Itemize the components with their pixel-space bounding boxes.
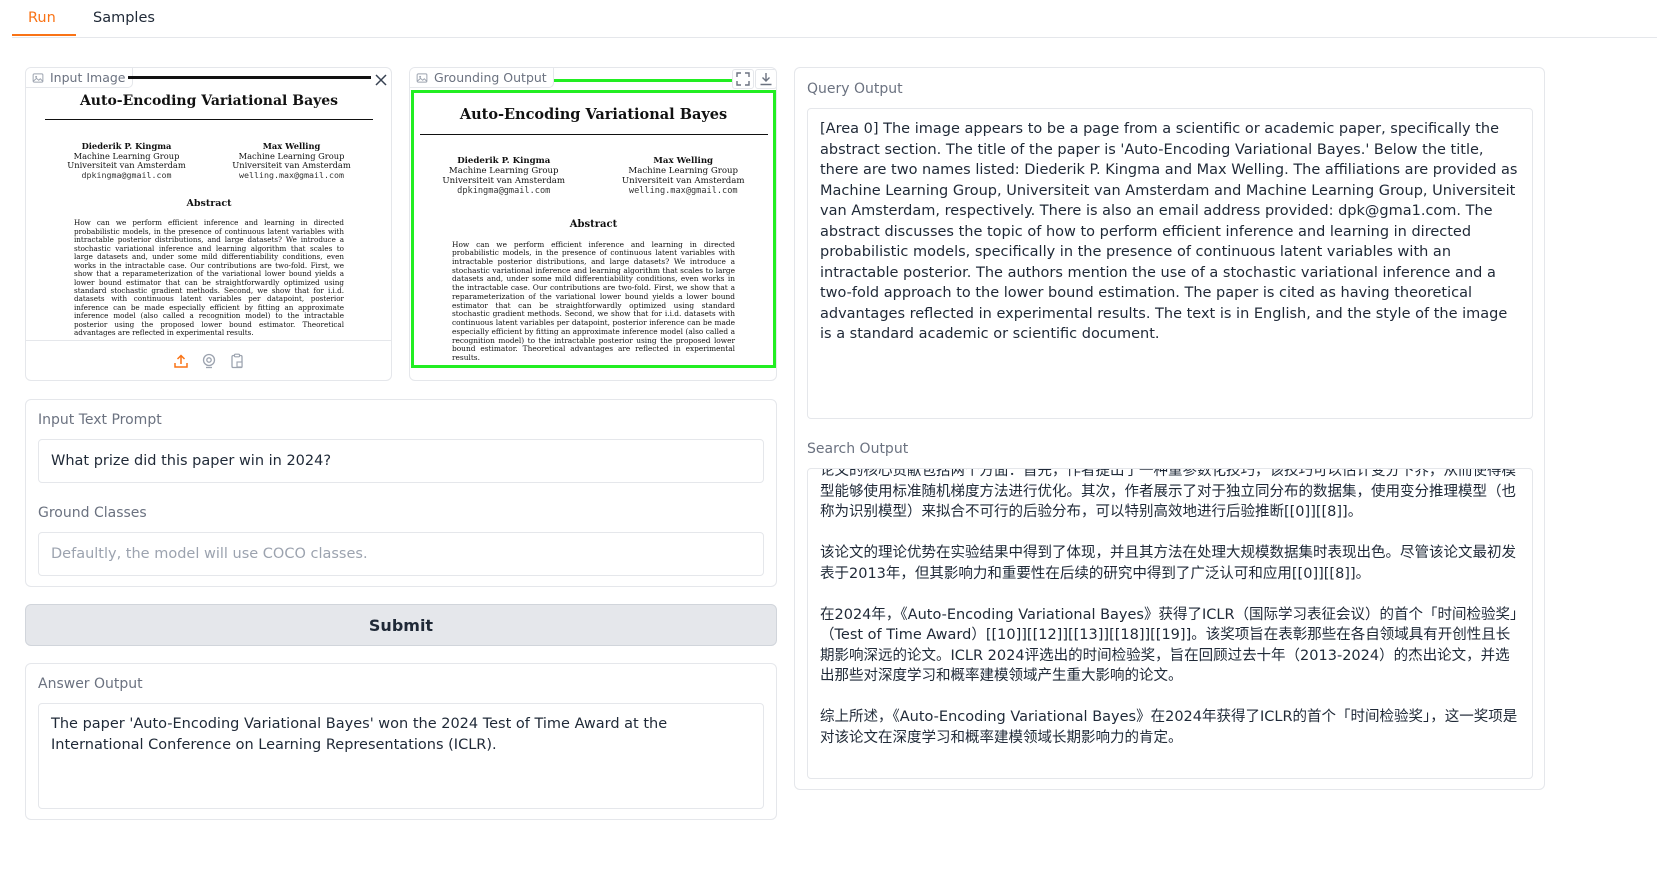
paper-title: Auto-Encoding Variational Bayes xyxy=(79,93,339,109)
query-output-label: Query Output xyxy=(807,81,903,97)
grounding-output-chip: Grounding Output xyxy=(410,68,554,88)
input-paper-preview: Auto-Encoding Variational Bayes Diederik… xyxy=(44,90,374,340)
fullscreen-button[interactable] xyxy=(732,69,754,89)
download-button[interactable] xyxy=(755,69,776,89)
ground-classes-label: Ground Classes xyxy=(38,505,147,521)
webcam-button[interactable] xyxy=(199,351,219,371)
grounding-abstract-heading: Abstract xyxy=(569,218,618,230)
input-image-panel: Input Image Auto-Encoding Variational Ba… xyxy=(25,67,392,381)
prompt-input[interactable]: What prize did this paper win in 2024? xyxy=(38,439,764,483)
search-paragraph-1: 论文的核心贡献包括两个方面：首先，作者提出了一种重参数化技巧，该技巧可以估计变分… xyxy=(820,468,1516,520)
search-paragraph-3: 在2024年，《Auto-Encoding Variational Bayes》… xyxy=(820,606,1518,685)
author-2: Max Welling Machine Learning Group Unive… xyxy=(232,141,350,180)
fullscreen-icon xyxy=(736,72,750,86)
prompt-panel: Input Text Prompt What prize did this pa… xyxy=(25,399,777,587)
abstract-body: How can we perform efficient inference a… xyxy=(74,218,344,338)
clipboard-button[interactable] xyxy=(227,351,247,371)
g-author-1: Diederik P. Kingma Machine Learning Grou… xyxy=(442,156,565,197)
tab-bar: Run Samples xyxy=(12,0,1657,38)
grounding-paper-authors: Diederik P. Kingma Machine Learning Grou… xyxy=(414,156,773,197)
answer-output-text[interactable]: The paper 'Auto-Encoding Variational Bay… xyxy=(38,703,764,809)
clipboard-icon xyxy=(231,353,243,369)
g-author-2-email: welling.max@gmail.com xyxy=(628,185,738,196)
abstract-heading: Abstract xyxy=(186,198,232,210)
ground-classes-placeholder: Defaultly, the model will use COCO class… xyxy=(51,546,368,562)
prompt-input-value: What prize did this paper win in 2024? xyxy=(51,453,332,469)
download-icon xyxy=(760,73,772,86)
paper-rule xyxy=(45,119,373,120)
tab-run[interactable]: Run xyxy=(28,10,56,26)
webcam-icon xyxy=(202,353,216,369)
search-paragraph-4: 综上所述，《Auto-Encoding Variational Bayes》在2… xyxy=(820,709,1518,746)
grounding-output-panel: Auto-Encoding Variational Bayes Diederik… xyxy=(409,67,777,381)
tab-samples[interactable]: Samples xyxy=(93,10,155,26)
input-image-label: Input Image xyxy=(50,70,126,85)
grounding-paper-preview: Auto-Encoding Variational Bayes Diederik… xyxy=(411,90,776,368)
image-icon xyxy=(416,72,428,83)
author-2-email: welling.max@gmail.com xyxy=(239,169,344,180)
clear-image-button[interactable] xyxy=(371,70,391,90)
search-output-scroll-content: 论文的核心贡献包括两个方面：首先，作者提出了一种重参数化技巧，该技巧可以估计变分… xyxy=(820,468,1520,748)
grounding-abstract-body: How can we perform efficient inference a… xyxy=(452,239,735,363)
image-toolbar-divider xyxy=(26,340,391,341)
upload-button[interactable] xyxy=(171,351,191,371)
g-author-1-email: dpkingma@gmail.com xyxy=(457,185,551,196)
author-1-email: dpkingma@gmail.com xyxy=(81,169,172,180)
grounding-output-label: Grounding Output xyxy=(434,70,547,85)
grounding-top-bar xyxy=(545,79,733,82)
submit-button[interactable]: Submit xyxy=(25,604,777,646)
active-tab-indicator xyxy=(12,34,76,36)
prompt-label: Input Text Prompt xyxy=(38,412,162,428)
search-output-label: Search Output xyxy=(807,441,909,457)
grounding-paper-rule xyxy=(419,134,768,135)
close-icon xyxy=(375,74,387,86)
query-output-text[interactable]: [Area 0] The image appears to be a page … xyxy=(807,108,1533,419)
search-paragraph-2: 该论文的理论优势在实验结果中得到了体现，并且其方法在处理大规模数据集时表现出色。… xyxy=(820,545,1516,582)
g-author-2: Max Welling Machine Learning Group Unive… xyxy=(622,156,745,197)
paper-authors: Diederik P. Kingma Machine Learning Grou… xyxy=(44,141,374,180)
author-1: Diederik P. Kingma Machine Learning Grou… xyxy=(67,141,185,180)
grounding-paper-title: Auto-Encoding Variational Bayes xyxy=(459,106,728,123)
answer-output-label: Answer Output xyxy=(38,676,143,692)
ground-classes-input[interactable]: Defaultly, the model will use COCO class… xyxy=(38,532,764,576)
image-icon xyxy=(32,72,44,83)
answer-output-panel: Answer Output The paper 'Auto-Encoding V… xyxy=(25,663,777,820)
image-top-rule xyxy=(128,76,371,79)
outputs-panel: Query Output [Area 0] The image appears … xyxy=(794,67,1545,790)
input-image-chip: Input Image xyxy=(26,68,133,88)
search-output-text[interactable]: 论文的核心贡献包括两个方面：首先，作者提出了一种重参数化技巧，该技巧可以估计变分… xyxy=(807,468,1533,779)
upload-icon xyxy=(174,354,188,368)
